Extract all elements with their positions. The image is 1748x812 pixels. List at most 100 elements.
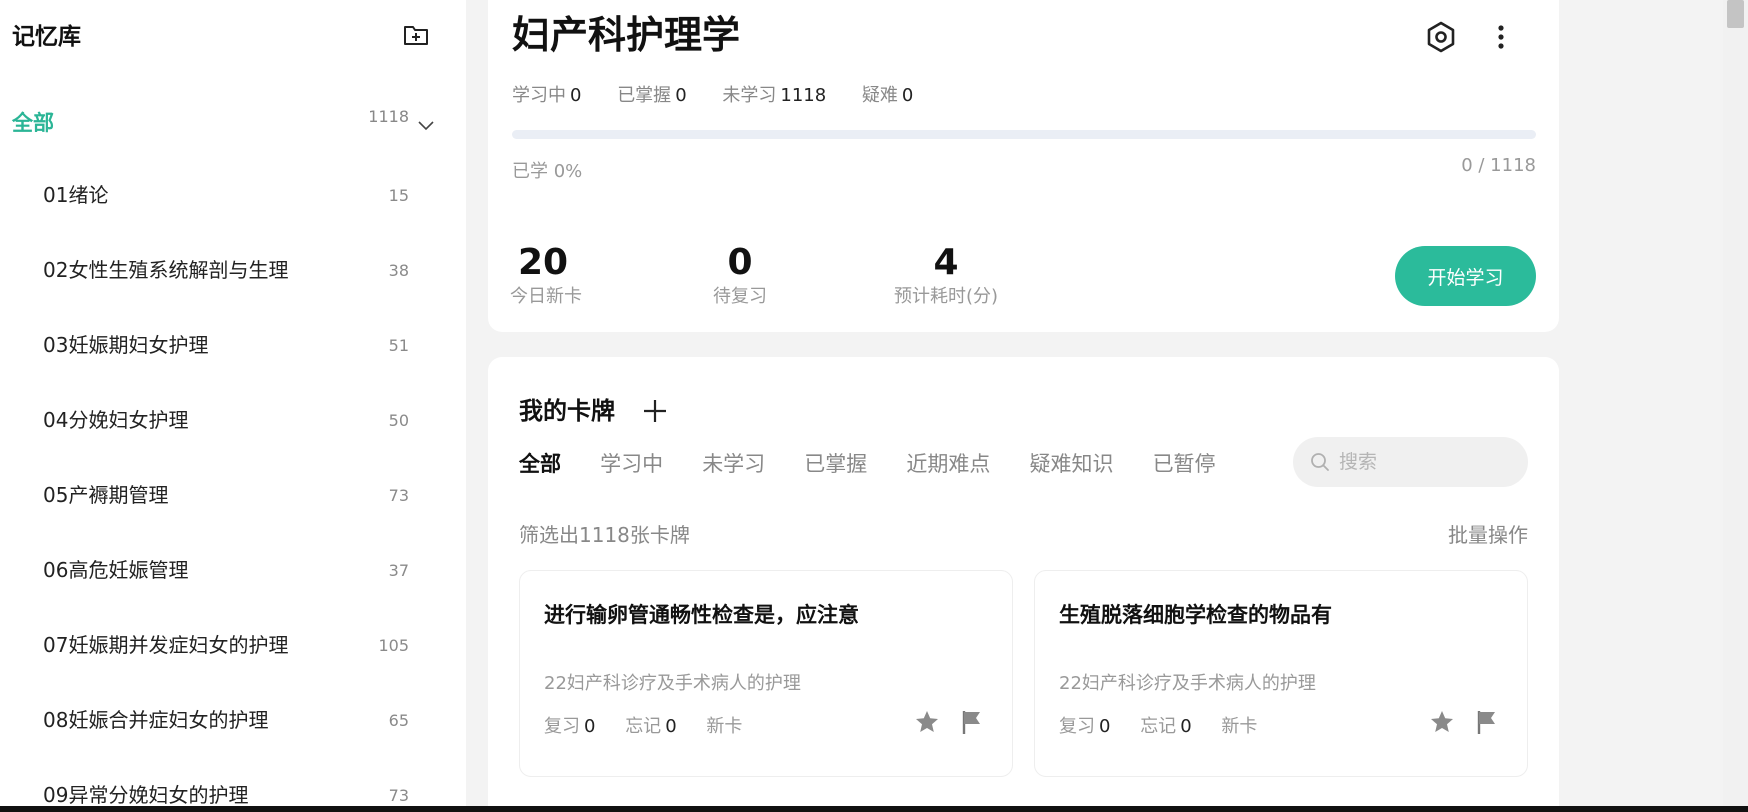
sidebar-item[interactable]: 09异常分娩妇女的护理 73 <box>0 760 466 812</box>
tab-recent-difficult[interactable]: 近期难点 <box>906 449 990 479</box>
forget-count: 忘记 0 <box>1140 716 1191 737</box>
chevron-down-icon[interactable] <box>417 116 435 134</box>
estimated-time-stat: 4 预计耗时(分) <box>891 243 1001 309</box>
stat-value: 0 <box>570 85 582 106</box>
more-vertical-icon[interactable] <box>1484 20 1518 54</box>
sidebar-item-label: 01绪论 <box>43 183 109 207</box>
sidebar-item-count: 65 <box>388 711 409 730</box>
deck-stats: 学习中 0 已掌握 0 未学习 1118 疑难 0 <box>512 81 943 107</box>
flash-card-question: 进行输卵管通畅性检查是，应注意 <box>544 603 859 627</box>
pending-review-stat: 0 待复习 <box>710 243 770 309</box>
sidebar-title: 记忆库 <box>12 24 81 50</box>
page-title: 妇产科护理学 <box>512 13 741 57</box>
scrollbar-track[interactable] <box>1723 0 1748 812</box>
sidebar-item-count: 51 <box>388 336 409 355</box>
bulk-action-button[interactable]: 批量操作 <box>1448 519 1528 548</box>
review-count: 复习 0 <box>544 716 595 737</box>
sidebar-item-count: 50 <box>388 411 409 430</box>
deck-overview-card: 妇产科护理学 学习中 0 已掌握 0 未学习 1118 疑难 0 已学 0% 0 / 1… <box>488 0 1559 332</box>
stat-label: 未学习 <box>722 85 777 106</box>
folder-plus-icon[interactable] <box>401 20 431 50</box>
sidebar-item[interactable]: 02女性生殖系统解剖与生理 38 <box>0 235 466 310</box>
flash-card-category: 22妇产科诊疗及手术病人的护理 <box>544 673 801 694</box>
forget-label: 忘记 <box>1140 716 1177 737</box>
sidebar-item[interactable]: 08妊娠合并症妇女的护理 65 <box>0 685 466 760</box>
sidebar-header: 记忆库 <box>12 22 442 52</box>
stat-label: 学习中 <box>512 85 566 106</box>
tab-learning[interactable]: 学习中 <box>600 449 663 479</box>
pending-review-label: 待复习 <box>713 286 767 307</box>
sidebar-all-label: 全部 <box>12 111 54 135</box>
my-cards-title: 我的卡牌 <box>519 397 615 425</box>
forget-value: 0 <box>665 716 677 737</box>
sidebar-item[interactable]: 05产褥期管理 73 <box>0 460 466 535</box>
stat-mastered: 已掌握 0 <box>617 81 686 107</box>
flash-card-meta: 复习 0 忘记 0 新卡 <box>544 712 742 738</box>
review-label: 复习 <box>544 716 580 737</box>
sidebar-item-count: 15 <box>388 186 409 205</box>
sidebar-item-count: 38 <box>388 261 409 280</box>
sidebar-item-label: 05产褥期管理 <box>43 483 169 507</box>
forget-label: 忘记 <box>625 716 662 737</box>
sidebar-all-count: 1118 <box>368 107 409 126</box>
my-cards-section: 我的卡牌 全部 学习中 未学习 已掌握 近期难点 疑难知识 已暂停 筛选出111… <box>488 357 1559 812</box>
target-icon[interactable] <box>1424 20 1458 54</box>
tab-all[interactable]: 全部 <box>519 449 561 479</box>
sidebar-item[interactable]: 04分娩妇女护理 50 <box>0 385 466 460</box>
sidebar-item-label: 07妊娠期并发症妇女的护理 <box>43 633 289 657</box>
flash-card-category: 22妇产科诊疗及手术病人的护理 <box>1059 673 1316 694</box>
learned-ratio: 0 / 1118 <box>1461 155 1536 176</box>
stat-value: 1118 <box>780 85 827 106</box>
search-box[interactable] <box>1293 437 1528 487</box>
sidebar-item-all[interactable]: 全部 1118 <box>12 108 442 138</box>
tab-mastered[interactable]: 已掌握 <box>804 449 867 479</box>
tab-unlearned[interactable]: 未学习 <box>702 449 765 479</box>
sidebar-item-count: 73 <box>388 486 409 505</box>
tab-difficult-knowledge[interactable]: 疑难知识 <box>1029 449 1113 479</box>
learned-percent: 已学 0% <box>512 161 583 182</box>
sidebar-item[interactable]: 01绪论 15 <box>0 160 466 235</box>
filter-result-count: 筛选出1118张卡牌 <box>519 523 690 547</box>
sidebar-item-count: 105 <box>378 636 409 655</box>
sidebar-item-label: 02女性生殖系统解剖与生理 <box>43 258 289 282</box>
stat-learning: 学习中 0 <box>512 81 581 107</box>
sidebar: 记忆库 全部 1118 01绪论 15 02女性生殖系统解剖与生理 38 03妊… <box>0 0 466 812</box>
card-filter-tabs: 全部 学习中 未学习 已掌握 近期难点 疑难知识 已暂停 <box>519 449 1250 479</box>
flash-card[interactable]: 进行输卵管通畅性检查是，应注意 22妇产科诊疗及手术病人的护理 复习 0 忘记 0 … <box>519 570 1013 777</box>
sidebar-item-label: 08妊娠合并症妇女的护理 <box>43 708 269 732</box>
stat-label: 疑难 <box>861 85 898 106</box>
my-cards-header: 我的卡牌 <box>519 391 666 431</box>
sidebar-item[interactable]: 07妊娠期并发症妇女的护理 105 <box>0 610 466 685</box>
window-bottom-edge <box>0 806 1748 812</box>
stat-label: 已掌握 <box>617 85 672 106</box>
review-label: 复习 <box>1059 716 1095 737</box>
flag-icon[interactable] <box>1475 709 1499 735</box>
card-status: 新卡 <box>706 716 743 737</box>
search-input[interactable] <box>1339 437 1519 487</box>
today-new-stat: 20 今日新卡 <box>510 243 582 309</box>
sidebar-item-count: 73 <box>388 786 409 805</box>
sidebar-item[interactable]: 03妊娠期妇女护理 51 <box>0 310 466 385</box>
review-value: 0 <box>584 716 596 737</box>
forget-count: 忘记 0 <box>625 716 676 737</box>
progress-bar <box>512 130 1536 139</box>
card-status: 新卡 <box>1221 716 1258 737</box>
estimated-time-value: 4 <box>933 242 959 283</box>
star-icon[interactable] <box>914 709 940 735</box>
flag-icon[interactable] <box>960 709 984 735</box>
sidebar-item-label: 06高危妊娠管理 <box>43 558 189 582</box>
scrollbar-thumb[interactable] <box>1727 0 1744 28</box>
sidebar-list: 01绪论 15 02女性生殖系统解剖与生理 38 03妊娠期妇女护理 51 04… <box>0 160 466 812</box>
flash-card[interactable]: 生殖脱落细胞学检查的物品有 22妇产科诊疗及手术病人的护理 复习 0 忘记 0 新卡 <box>1034 570 1528 777</box>
plus-icon[interactable] <box>642 398 668 424</box>
tab-paused[interactable]: 已暂停 <box>1153 449 1216 479</box>
sidebar-item[interactable]: 06高危妊娠管理 37 <box>0 535 466 610</box>
today-new-label: 今日新卡 <box>510 286 582 307</box>
start-learning-button[interactable]: 开始学习 <box>1395 246 1536 306</box>
stat-value: 0 <box>901 85 914 106</box>
flash-card-meta: 复习 0 忘记 0 新卡 <box>1059 712 1257 738</box>
star-icon[interactable] <box>1429 709 1455 735</box>
stat-unlearned: 未学习 1118 <box>722 81 826 107</box>
sidebar-item-count: 37 <box>388 561 409 580</box>
forget-value: 0 <box>1180 716 1192 737</box>
